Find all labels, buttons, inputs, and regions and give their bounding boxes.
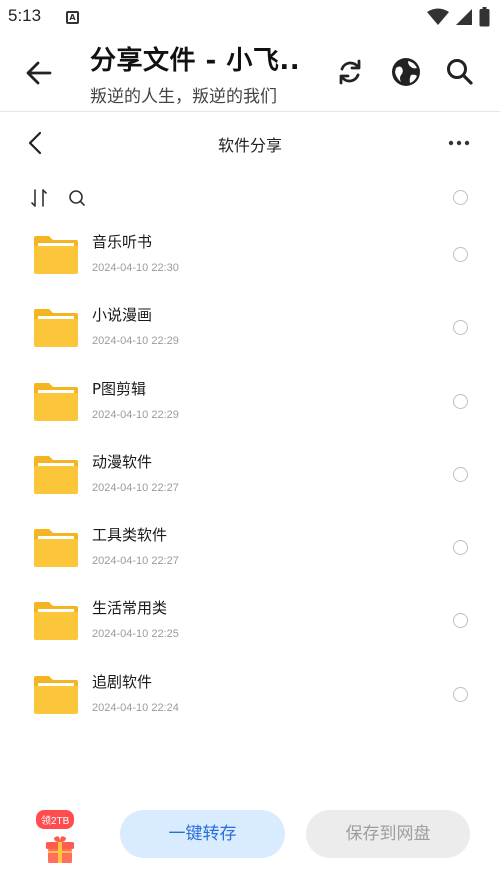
folder-icon xyxy=(34,382,78,421)
folder-icon xyxy=(34,529,78,568)
file-item[interactable]: 动漫软件 2024-04-10 22:27 xyxy=(0,440,500,513)
file-name: 动漫软件 xyxy=(92,452,153,471)
status-bar: 5:13 A xyxy=(0,0,500,34)
file-item[interactable]: P图剪辑 2024-04-10 22:29 xyxy=(0,367,500,440)
app-bar: 分享文件 - 小飞... 叛逆的人生，叛逆的我们 xyxy=(0,34,500,112)
folder-icon xyxy=(34,602,78,641)
file-date: 2024-04-10 22:29 xyxy=(92,408,179,421)
file-name: 小说漫画 xyxy=(92,306,153,325)
file-select-radio[interactable] xyxy=(453,540,468,556)
file-select-radio[interactable] xyxy=(453,613,468,629)
list-tools xyxy=(0,182,500,214)
bottom-bar: 领2TB 一键转存 保存到网盘 xyxy=(0,800,500,888)
gift-promo[interactable]: 领2TB xyxy=(36,810,86,870)
file-select-radio[interactable] xyxy=(453,466,468,482)
file-select-radio[interactable] xyxy=(453,320,468,336)
search-icon[interactable] xyxy=(68,189,86,207)
file-name: 追剧软件 xyxy=(92,672,153,691)
signal-icon xyxy=(456,9,472,25)
file-item[interactable]: 工具类软件 2024-04-10 22:27 xyxy=(0,513,500,586)
page-subtitle: 叛逆的人生，叛逆的我们 xyxy=(90,87,277,107)
file-date: 2024-04-10 22:30 xyxy=(92,262,179,274)
file-item[interactable]: 追剧软件 2024-04-10 22:24 xyxy=(0,660,500,733)
search-icon[interactable] xyxy=(444,56,476,88)
folder-name: 软件分享 xyxy=(217,136,282,155)
file-name: P图剪辑 xyxy=(92,379,147,398)
file-select-radio[interactable] xyxy=(453,686,468,702)
status-time: 5:13 xyxy=(8,6,42,25)
wifi-icon xyxy=(427,8,449,25)
select-all-radio[interactable] xyxy=(453,190,468,205)
file-name: 工具类软件 xyxy=(92,526,168,545)
file-select-radio[interactable] xyxy=(453,393,468,409)
back-arrow-icon[interactable] xyxy=(24,58,54,88)
file-date: 2024-04-10 22:24 xyxy=(92,701,179,714)
sort-icon[interactable] xyxy=(30,188,48,208)
folder-header: 软件分享 xyxy=(0,118,500,168)
one-click-transfer-button[interactable]: 一键转存 xyxy=(120,810,285,858)
file-name: 生活常用类 xyxy=(92,599,168,618)
page-title: 分享文件 - 小飞... xyxy=(90,46,300,76)
file-date: 2024-04-10 22:27 xyxy=(92,481,179,494)
battery-icon xyxy=(479,7,490,27)
file-select-radio[interactable] xyxy=(453,247,468,262)
file-item[interactable]: 音乐听书 2024-04-10 22:30 xyxy=(0,220,500,293)
gift-box-icon xyxy=(46,836,74,863)
save-to-drive-button[interactable]: 保存到网盘 xyxy=(306,810,470,858)
folder-icon xyxy=(34,309,78,348)
refresh-icon[interactable] xyxy=(334,56,366,88)
file-name: 音乐听书 xyxy=(92,233,153,251)
file-item[interactable]: 小说漫画 2024-04-10 22:29 xyxy=(0,293,500,366)
globe-icon[interactable] xyxy=(390,56,422,88)
file-date: 2024-04-10 22:27 xyxy=(92,555,179,568)
file-date: 2024-04-10 22:25 xyxy=(92,628,179,641)
folder-icon xyxy=(34,236,78,274)
file-date: 2024-04-10 22:29 xyxy=(92,335,179,348)
more-icon[interactable] xyxy=(448,140,470,146)
status-icons xyxy=(427,6,490,28)
folder-icon xyxy=(34,675,78,714)
notification-icon: A xyxy=(66,11,79,24)
file-item[interactable]: 生活常用类 2024-04-10 22:25 xyxy=(0,586,500,659)
gift-badge: 领2TB xyxy=(36,810,75,829)
file-list: 音乐听书 2024-04-10 22:30 小说漫画 2024-04-10 22… xyxy=(0,220,500,733)
folder-icon xyxy=(34,455,78,494)
